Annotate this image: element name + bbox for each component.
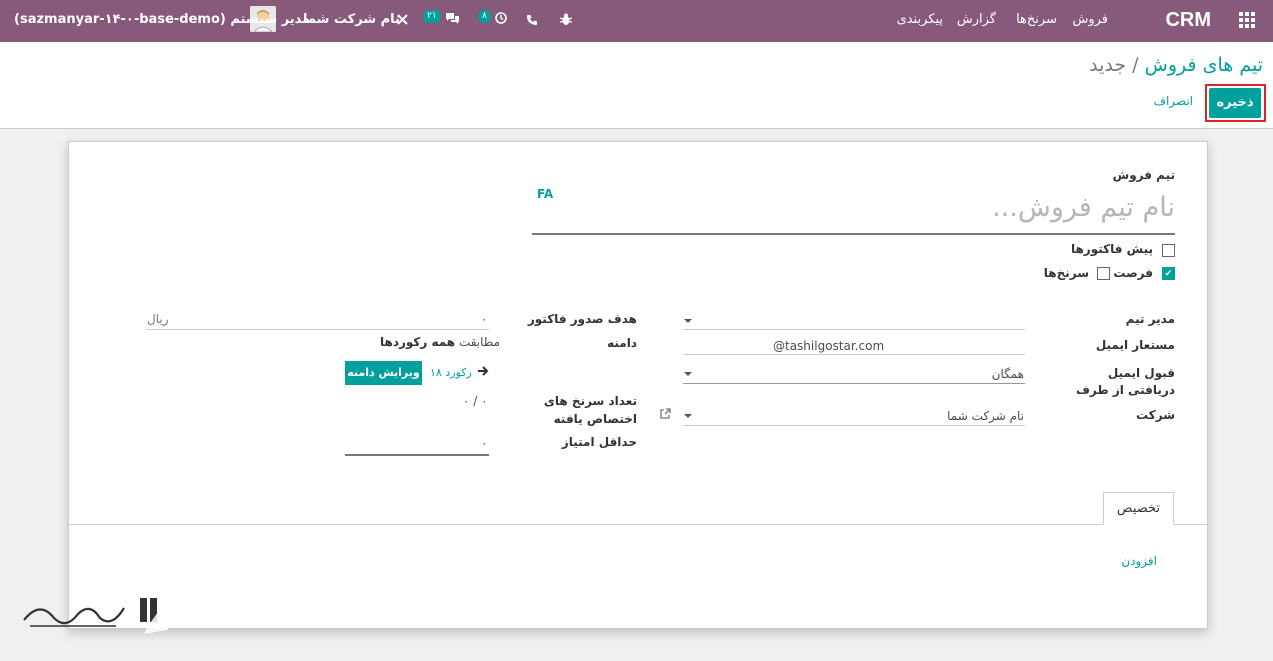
breadcrumb: تیم های فروش / جدید: [1089, 54, 1263, 76]
edit-domain-button[interactable]: ویرایش دامنه: [345, 361, 422, 385]
assigned-leads-label: تعداد سرنخ های اختصاص یافته: [543, 394, 637, 426]
caret-down-icon: [684, 372, 692, 376]
records-count-link[interactable]: ۱۸ رکورد: [430, 366, 472, 379]
quotations-label: پیش فاکتورها: [1070, 242, 1153, 256]
domain-match: مطابقت همه رکوردها: [380, 335, 500, 349]
menu-configuration[interactable]: پیکربندی: [897, 0, 943, 42]
min-score-value: ۰: [481, 436, 488, 450]
menu-sales[interactable]: فروش: [1072, 0, 1108, 42]
user-menu[interactable]: مدیر سیستم (sazmanyar-۱۴-۰-base-demo): [14, 0, 310, 42]
breadcrumb-parent[interactable]: تیم های فروش: [1145, 54, 1263, 76]
company-value: نام شرکت شما: [947, 409, 1024, 423]
min-score-label: حداقل امتیاز: [561, 435, 637, 449]
email-alias-label: مستعار ایمیل: [1095, 338, 1175, 352]
save-button[interactable]: ذخیره: [1209, 88, 1261, 118]
match-prefix: مطابقت: [458, 335, 501, 349]
phone-icon[interactable]: [526, 0, 538, 42]
accept-emails-value: همگان: [991, 367, 1024, 381]
company-switcher[interactable]: نام شرکت شما: [303, 0, 400, 42]
discard-button[interactable]: انصراف: [1154, 94, 1193, 108]
quotations-checkbox[interactable]: [1162, 244, 1175, 257]
arrow-right-icon: [477, 365, 489, 380]
clock-icon: [495, 12, 507, 24]
bug-icon[interactable]: [559, 0, 573, 42]
accept-emails-select[interactable]: [683, 364, 1025, 384]
caret-down-icon: [684, 319, 692, 323]
messaging-menu[interactable]: ۲۱: [423, 0, 460, 42]
team-manager-select[interactable]: [683, 312, 1025, 330]
breadcrumb-separator: /: [1132, 54, 1139, 76]
chat-icon: [445, 13, 459, 24]
invoice-target-value: ۰: [481, 312, 488, 326]
app-brand[interactable]: CRM: [1165, 0, 1211, 42]
form-sheet: تیم فروش FA نام تیم فروش... پیش فاکتورها…: [68, 141, 1208, 629]
assigned-leads-value: ۰ / ۰: [463, 394, 488, 408]
tab-assignment[interactable]: تخصیص: [1103, 492, 1174, 525]
invoice-target-input[interactable]: [146, 312, 489, 330]
add-line-link[interactable]: افزودن: [1121, 554, 1157, 568]
team-manager-label: مدیر تیم: [1125, 312, 1175, 326]
control-panel: تیم های فروش / جدید ذخیره انصراف: [0, 42, 1273, 129]
team-name-input[interactable]: نام تیم فروش...: [992, 192, 1175, 223]
opportunity-label: فرصت: [1113, 266, 1153, 280]
company-watermark-logo: [20, 590, 170, 638]
menu-leads[interactable]: سرنخ‌ها: [1016, 0, 1057, 42]
accept-emails-label: قبول ایمیل دریافتی از طرف: [1075, 366, 1175, 397]
top-navbar: CRM فروش سرنخ‌ها گزارش پیکربندی ۸ ۲۱ نام…: [0, 0, 1273, 42]
leads-label: سرنخ‌ها: [1043, 266, 1089, 280]
notebook-header-line: [69, 524, 1207, 525]
activity-menu[interactable]: ۸: [478, 0, 507, 42]
team-name-label: تیم فروش: [1112, 168, 1175, 182]
chat-count-badge: ۲۱: [423, 10, 441, 23]
team-name-underline: [532, 233, 1175, 235]
breadcrumb-current: جدید: [1089, 54, 1127, 76]
invoice-target-label: هدف صدور فاکتور: [527, 312, 637, 326]
min-score-input[interactable]: [345, 436, 489, 456]
email-alias-domain-underline: [883, 335, 1025, 355]
company-label: شرکت: [1136, 408, 1175, 422]
alias-domain: @tashilgostar.com: [773, 339, 885, 353]
leads-checkbox[interactable]: [1097, 267, 1110, 280]
domain-label: دامنه: [607, 336, 637, 350]
external-link-icon[interactable]: [659, 408, 671, 423]
menu-reporting[interactable]: گزارش: [957, 0, 996, 42]
caret-down-icon: [684, 414, 692, 418]
language-button[interactable]: FA: [537, 187, 553, 201]
activity-count-badge: ۸: [478, 10, 491, 23]
opportunity-checkbox[interactable]: ✔: [1162, 267, 1175, 280]
match-all: همه رکوردها: [380, 335, 456, 349]
currency-label: ریال: [147, 312, 169, 326]
apps-icon[interactable]: [1239, 0, 1255, 42]
